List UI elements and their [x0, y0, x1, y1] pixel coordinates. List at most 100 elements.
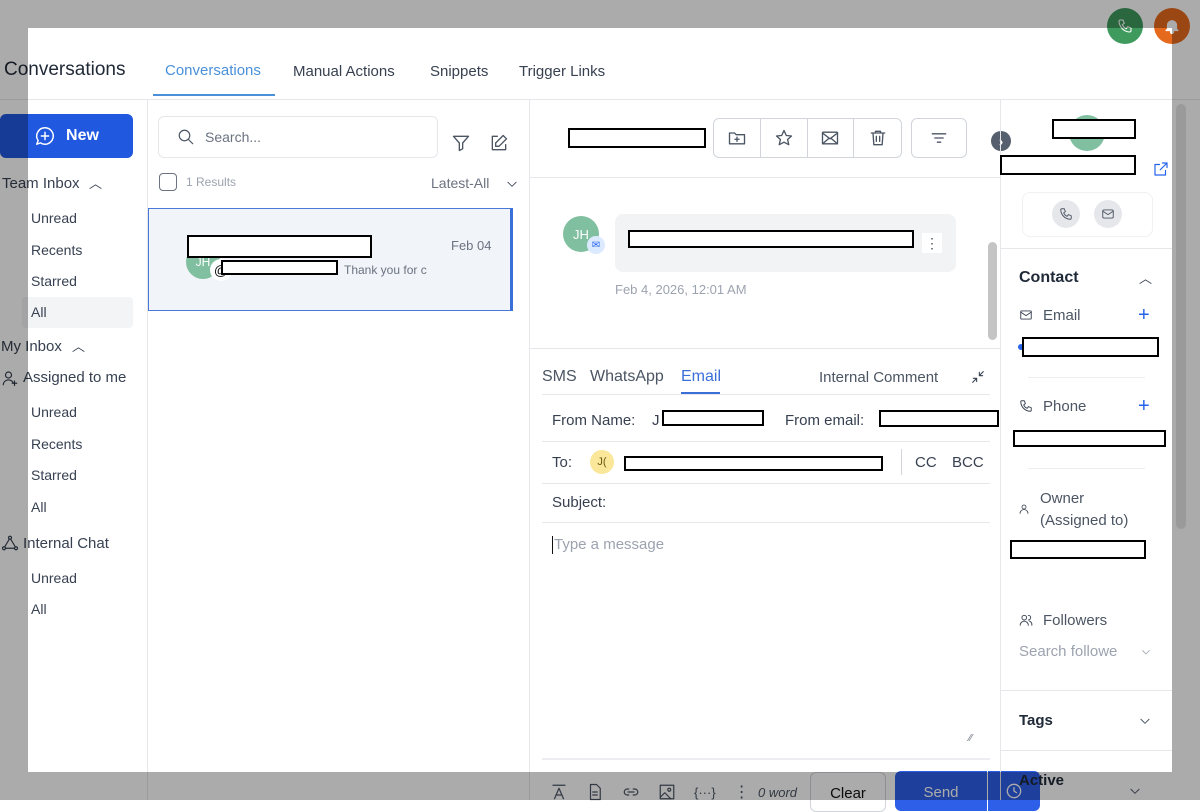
redacted-contact-fullname: [1000, 155, 1136, 175]
sort-dropdown[interactable]: Latest-All: [431, 175, 489, 191]
compose-icon[interactable]: [489, 133, 509, 153]
from-name-label: From Name:: [552, 412, 636, 429]
phone-icon: [1060, 208, 1072, 220]
conversation-list: [148, 100, 530, 800]
move-folder-button[interactable]: [714, 119, 761, 157]
thread-scrollbar[interactable]: [988, 242, 997, 340]
owner-label: Owner: [1040, 490, 1085, 507]
email-channel-icon: ✉: [587, 236, 605, 254]
message-input[interactable]: Type a message ⁄⁄: [542, 530, 982, 750]
tab-conversations[interactable]: Conversations: [165, 62, 261, 79]
divider: [1028, 468, 1145, 469]
thread-header: [530, 177, 1000, 178]
bcc-button[interactable]: BCC: [952, 454, 984, 471]
divider: [901, 449, 902, 475]
filter-lines-icon: [931, 133, 947, 143]
chevron-down-icon[interactable]: [1138, 714, 1152, 728]
conversation-preview: Thank you for c: [344, 263, 427, 277]
my-all[interactable]: All: [31, 499, 47, 515]
select-all-checkbox[interactable]: [159, 173, 177, 191]
redacted-owner[interactable]: [1010, 540, 1146, 559]
tab-trigger-links[interactable]: Trigger Links: [519, 63, 605, 80]
followers-search[interactable]: Search followe: [1019, 643, 1127, 660]
results-count: 1 Results: [186, 175, 237, 189]
chevron-down-icon[interactable]: [1140, 646, 1152, 658]
tab-email[interactable]: Email: [681, 368, 721, 386]
my-starred[interactable]: Starred: [31, 467, 77, 483]
redacted-message: [628, 230, 914, 248]
resize-handle[interactable]: ⁄⁄: [969, 733, 972, 744]
search-input[interactable]: Search...: [158, 116, 438, 158]
phone-icon: [1020, 400, 1032, 412]
tab-internal-comment[interactable]: Internal Comment: [819, 369, 938, 386]
chat-plus-icon: [36, 127, 54, 145]
thread-actions: [713, 118, 902, 158]
my-unread[interactable]: Unread: [31, 404, 77, 420]
overlay-top: [0, 0, 1200, 28]
message-placeholder: Type a message: [554, 536, 665, 553]
page-scrollbar[interactable]: [1176, 104, 1186, 529]
tab-manual-actions[interactable]: Manual Actions: [293, 63, 395, 80]
internal-chat-toggle[interactable]: Internal Chat: [23, 535, 109, 552]
my-recents[interactable]: Recents: [31, 436, 82, 452]
redacted-email: [1022, 337, 1159, 357]
team-starred[interactable]: Starred: [31, 273, 77, 289]
chevron-up-icon[interactable]: ︿: [1139, 268, 1152, 287]
divider: [542, 483, 990, 484]
subject-label[interactable]: Subject:: [552, 494, 606, 511]
divider: [542, 522, 990, 523]
divider: [1028, 377, 1145, 378]
trash-icon: [870, 130, 885, 146]
divider: [542, 441, 990, 442]
filter-icon[interactable]: [451, 133, 471, 153]
message-menu-icon[interactable]: ⋮: [922, 233, 942, 253]
phone-label: Phone: [1043, 398, 1087, 415]
divider: [1000, 690, 1172, 691]
text-cursor: [552, 536, 553, 554]
chevron-down-icon[interactable]: [505, 177, 519, 191]
search-icon: [178, 129, 194, 145]
tags-section-title[interactable]: Tags: [1019, 712, 1053, 729]
mail-icon: [822, 131, 839, 145]
redacted-contact-name: [568, 128, 706, 148]
chat-all[interactable]: All: [31, 601, 47, 617]
add-phone-button[interactable]: +: [1138, 395, 1150, 418]
redacted-phone: [1013, 430, 1166, 447]
folder-plus-icon: [728, 132, 746, 145]
minimize-icon[interactable]: [970, 369, 986, 385]
star-icon: [775, 129, 792, 146]
composer-divider: [530, 348, 1000, 349]
tab-whatsapp[interactable]: WhatsApp: [590, 368, 664, 386]
sort-filter-button[interactable]: [911, 118, 967, 158]
chevron-up-icon[interactable]: ︿: [89, 173, 102, 192]
redacted-recipient[interactable]: [624, 456, 883, 471]
star-button[interactable]: [761, 119, 808, 157]
redacted-subject: [221, 260, 338, 275]
redacted-from-email: [879, 410, 999, 427]
tab-sms[interactable]: SMS: [542, 368, 577, 386]
assigned-to-me[interactable]: Assigned to me: [23, 369, 126, 386]
cc-button[interactable]: CC: [915, 454, 937, 471]
call-contact-button[interactable]: [1052, 200, 1080, 228]
recipient-avatar: J(: [590, 450, 614, 474]
from-email-label: From email:: [785, 412, 865, 429]
contact-section-title[interactable]: Contact: [1019, 269, 1079, 287]
tab-snippets[interactable]: Snippets: [430, 63, 488, 80]
message-timestamp: Feb 4, 2026, 12:01 AM: [615, 282, 747, 297]
chat-unread[interactable]: Unread: [31, 570, 77, 586]
users-icon: [1019, 614, 1033, 626]
add-email-button[interactable]: +: [1138, 304, 1150, 327]
overlay-bottom: [0, 772, 1200, 800]
from-name-initial: J: [652, 412, 660, 429]
chevron-up-icon[interactable]: ︿: [72, 336, 85, 355]
team-all[interactable]: All: [31, 304, 47, 320]
mark-unread-button[interactable]: [808, 119, 855, 157]
delete-button[interactable]: [854, 119, 901, 157]
external-link-icon[interactable]: [1152, 160, 1170, 178]
overlay-left: [0, 28, 28, 772]
divider: [1000, 248, 1172, 249]
team-recents[interactable]: Recents: [31, 242, 82, 258]
redacted-name: [187, 235, 372, 258]
team-unread[interactable]: Unread: [31, 210, 77, 226]
email-contact-button[interactable]: [1094, 200, 1122, 228]
